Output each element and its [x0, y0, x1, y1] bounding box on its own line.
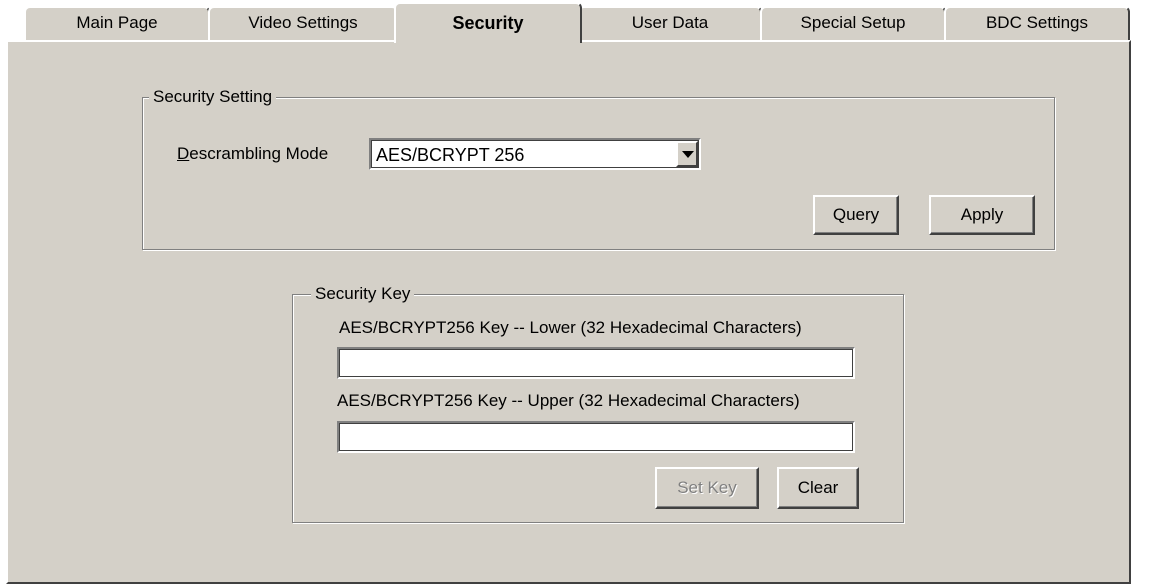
chevron-down-icon — [682, 151, 694, 158]
tab-main-page[interactable]: Main Page — [24, 6, 210, 40]
security-tab-panel: Security Setting Descrambling Mode AES/B… — [6, 40, 1131, 584]
tab-bdc-settings[interactable]: BDC Settings — [944, 6, 1130, 40]
dropdown-button[interactable] — [676, 141, 698, 167]
security-setting-title: Security Setting — [149, 86, 277, 108]
clear-button[interactable]: Clear — [777, 467, 859, 509]
tab-user-data[interactable]: User Data — [578, 6, 762, 40]
security-key-group: Security Key AES/BCRYPT256 Key -- Lower … — [292, 283, 904, 523]
tab-label: Special Setup — [800, 13, 906, 32]
upper-key-input[interactable] — [337, 421, 855, 453]
tab-security[interactable]: Security — [394, 2, 582, 43]
tab-label: BDC Settings — [985, 13, 1089, 32]
apply-button[interactable]: Apply — [929, 195, 1035, 235]
tab-label: Video Settings — [248, 13, 358, 32]
upper-key-label: AES/BCRYPT256 Key -- Upper (32 Hexadecim… — [337, 391, 800, 410]
lower-key-label: AES/BCRYPT256 Key -- Lower (32 Hexadecim… — [339, 318, 802, 337]
tab-special-setup[interactable]: Special Setup — [760, 6, 946, 40]
descrambling-mode-value: AES/BCRYPT 256 — [376, 145, 525, 165]
tab-video-settings[interactable]: Video Settings — [208, 6, 398, 40]
query-button[interactable]: Query — [813, 195, 899, 235]
lower-key-input[interactable] — [337, 347, 855, 379]
security-setting-group: Security Setting Descrambling Mode AES/B… — [142, 86, 1055, 250]
security-key-title: Security Key — [311, 283, 415, 305]
tab-label: Main Page — [76, 13, 158, 32]
set-key-button[interactable]: Set Key — [655, 467, 759, 509]
descrambling-mode-label: Descrambling Mode — [177, 143, 328, 165]
tab-label: Security — [452, 13, 524, 33]
tab-label: User Data — [631, 13, 709, 32]
descrambling-mode-mnemonic: D — [177, 144, 190, 163]
descrambling-mode-label-rest: escrambling Mode — [189, 144, 329, 163]
descrambling-mode-select[interactable]: AES/BCRYPT 256 — [369, 138, 701, 170]
